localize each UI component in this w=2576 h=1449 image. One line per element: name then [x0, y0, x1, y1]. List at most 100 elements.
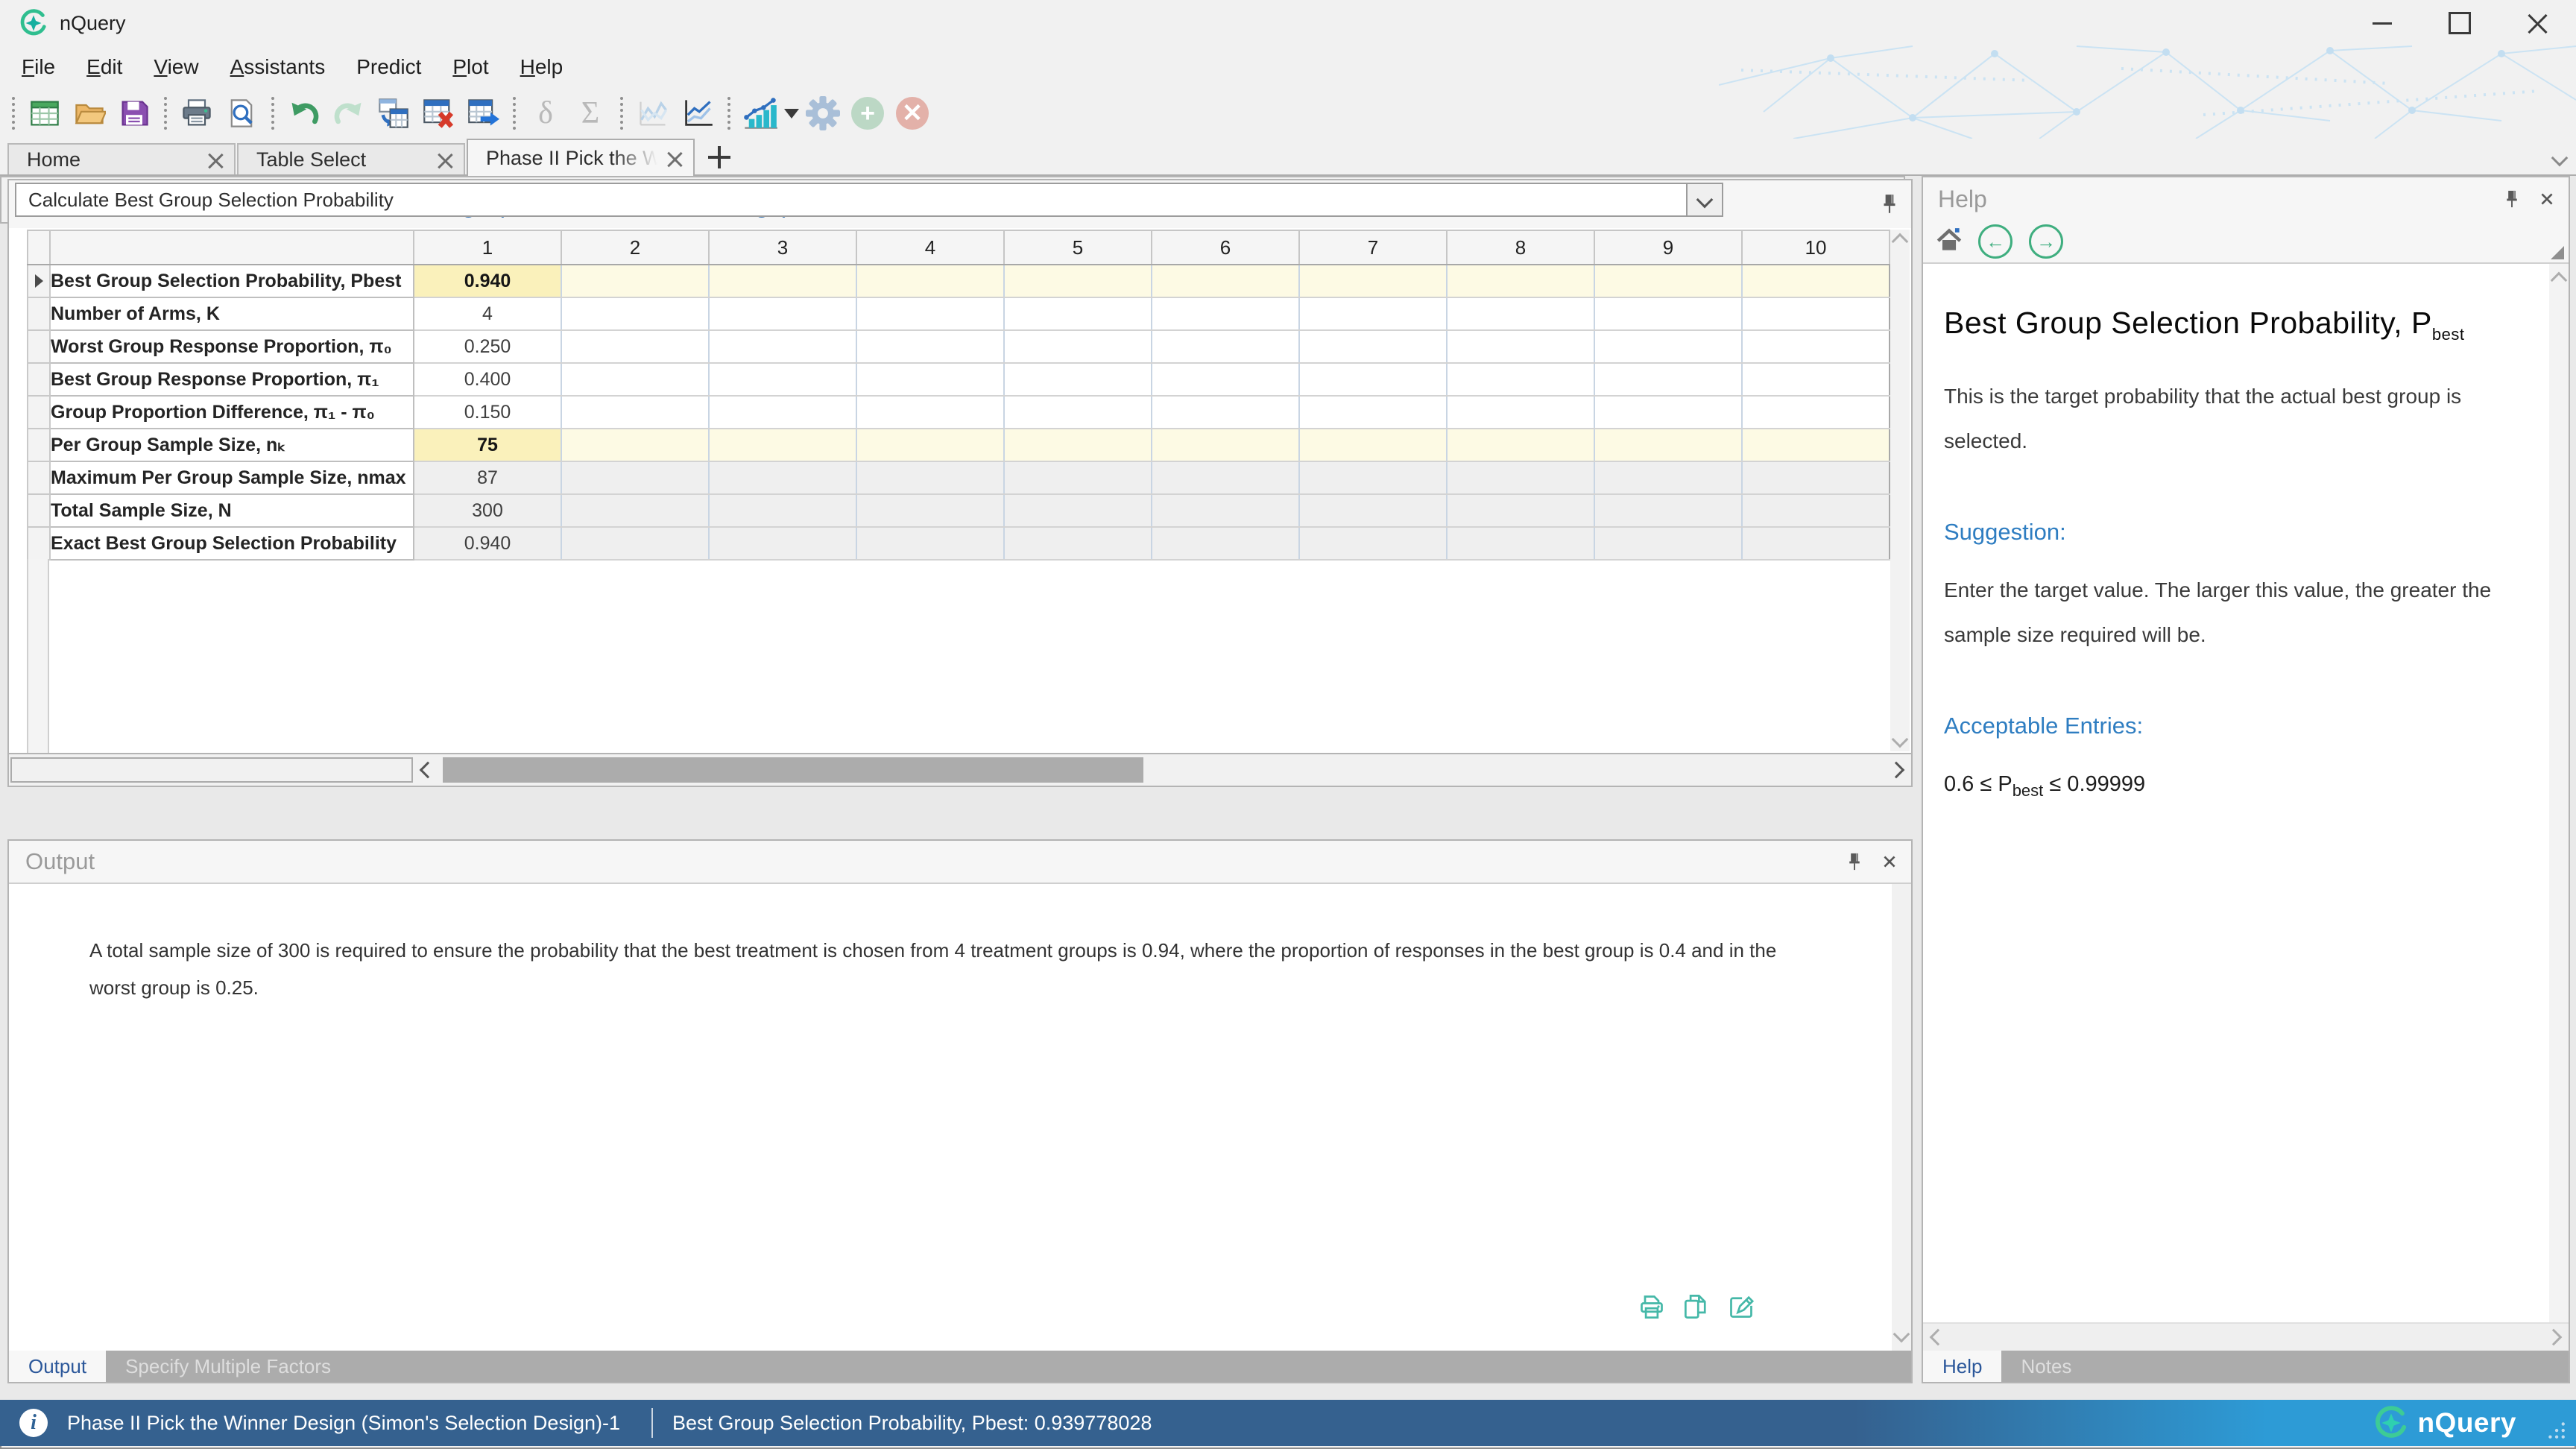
undo-icon[interactable] [285, 94, 323, 133]
table-cell-empty[interactable] [709, 363, 856, 396]
tab-close-icon[interactable] [207, 151, 224, 168]
table-cell-empty[interactable] [1742, 396, 1890, 429]
row-label[interactable]: Worst Group Response Proportion, π₀ [50, 330, 414, 363]
tab-table-select[interactable]: Table Select [237, 143, 465, 174]
row-label[interactable]: Best Group Selection Probability, Pbest [50, 265, 414, 297]
close-button[interactable] [2498, 0, 2576, 46]
row-header[interactable] [28, 429, 50, 461]
table-cell-empty[interactable] [1152, 297, 1299, 330]
row-header[interactable] [28, 330, 50, 363]
table-cell-empty[interactable] [1004, 527, 1152, 560]
table-cell-empty[interactable] [856, 396, 1004, 429]
tab-specify-multiple-factors[interactable]: Specify Multiple Factors [106, 1351, 350, 1382]
panel-resize-grip[interactable] [2551, 246, 2564, 259]
forward-icon[interactable]: → [2029, 224, 2063, 259]
settings-gear-icon[interactable] [804, 94, 842, 133]
table-cell-value[interactable]: 75 [414, 429, 561, 461]
print-preview-icon[interactable] [222, 94, 261, 133]
table-cell-empty[interactable] [856, 527, 1004, 560]
table-cell-value[interactable]: 87 [414, 461, 561, 494]
table-cell-empty[interactable] [561, 461, 709, 494]
table-cell-empty[interactable] [1004, 429, 1152, 461]
column-header[interactable]: 6 [1152, 230, 1299, 265]
chart-dropdown-icon[interactable] [784, 109, 799, 119]
table-cell-empty[interactable] [1742, 494, 1890, 527]
table-cell-empty[interactable] [1447, 363, 1594, 396]
pin-icon[interactable] [1847, 852, 1862, 872]
pin-icon[interactable] [2504, 189, 2519, 209]
cancel-icon[interactable]: ✕ [893, 94, 932, 133]
add-icon[interactable]: + [848, 94, 887, 133]
tab-output[interactable]: Output [9, 1351, 106, 1382]
row-label[interactable]: Best Group Response Proportion, π₁ [50, 363, 414, 396]
scroll-up-icon[interactable] [2551, 272, 2568, 289]
table-cell-empty[interactable] [1004, 461, 1152, 494]
table-cell-empty[interactable] [1594, 297, 1742, 330]
table-cell-empty[interactable] [561, 396, 709, 429]
help-vertical-scrollbar[interactable] [2549, 264, 2569, 1322]
table-cell-empty[interactable] [1299, 265, 1447, 297]
table-cell-empty[interactable] [856, 330, 1004, 363]
label-column-header[interactable] [50, 230, 414, 265]
table-cell-empty[interactable] [709, 297, 856, 330]
table-cell-empty[interactable] [1594, 461, 1742, 494]
row-header[interactable] [28, 396, 50, 429]
table-cell-empty[interactable] [1594, 494, 1742, 527]
table-cell-empty[interactable] [561, 494, 709, 527]
table-cell-empty[interactable] [1742, 297, 1890, 330]
table-cell-empty[interactable] [709, 494, 856, 527]
table-cell-empty[interactable] [1594, 396, 1742, 429]
table-cell-empty[interactable] [1299, 527, 1447, 560]
table-cell-empty[interactable] [1004, 494, 1152, 527]
delete-table-icon[interactable] [419, 94, 458, 133]
table-cell-empty[interactable] [709, 265, 856, 297]
calculation-dropdown[interactable]: Calculate Best Group Selection Probabili… [15, 183, 1723, 217]
table-cell-empty[interactable] [1299, 396, 1447, 429]
menu-edit[interactable]: Edit [71, 55, 138, 79]
table-cell-value[interactable]: 300 [414, 494, 561, 527]
row-header[interactable] [28, 494, 50, 527]
column-header[interactable]: 5 [1004, 230, 1152, 265]
table-cell-value[interactable]: 0.400 [414, 363, 561, 396]
tab-home[interactable]: Home [7, 143, 236, 174]
table-cell-empty[interactable] [1152, 494, 1299, 527]
table-cell-empty[interactable] [1152, 527, 1299, 560]
new-tab-button[interactable] [708, 146, 730, 168]
table-cell-empty[interactable] [1004, 396, 1152, 429]
table-cell-empty[interactable] [1004, 265, 1152, 297]
table-cell-empty[interactable] [561, 429, 709, 461]
output-vertical-scrollbar[interactable] [1892, 884, 1911, 1351]
table-cell-value[interactable]: 0.940 [414, 527, 561, 560]
table-cell-empty[interactable] [561, 297, 709, 330]
resize-grip[interactable] [2546, 1420, 2566, 1439]
table-cell-empty[interactable] [1299, 297, 1447, 330]
table-cell-empty[interactable] [1004, 363, 1152, 396]
table-cell-empty[interactable] [1447, 297, 1594, 330]
tab-close-icon[interactable] [666, 150, 683, 166]
scroll-right-icon[interactable] [2545, 1329, 2563, 1346]
column-header[interactable]: 7 [1299, 230, 1447, 265]
scroll-right-button[interactable] [1881, 764, 1911, 776]
tab-help[interactable]: Help [1923, 1351, 2001, 1382]
table-horizontal-scrollbar[interactable] [9, 753, 1911, 786]
tab-notes[interactable]: Notes [2001, 1351, 2091, 1382]
table-cell-empty[interactable] [561, 265, 709, 297]
copy-output-icon[interactable] [1683, 1293, 1710, 1324]
scroll-down-icon[interactable] [1893, 1326, 1910, 1343]
tab-phase-ii-pick-the-winner[interactable]: Phase II Pick the Winn [467, 139, 695, 176]
table-cell-empty[interactable] [709, 396, 856, 429]
table-cell-empty[interactable] [1742, 363, 1890, 396]
print-output-icon[interactable] [1638, 1293, 1665, 1324]
delta-icon[interactable]: δ [526, 94, 565, 133]
table-cell-value[interactable]: 0.250 [414, 330, 561, 363]
edit-output-icon[interactable] [1728, 1293, 1755, 1324]
menu-plot[interactable]: Plot [437, 55, 504, 79]
column-header[interactable]: 9 [1594, 230, 1742, 265]
scroll-down-icon[interactable] [1892, 731, 1909, 748]
home-icon[interactable] [1936, 227, 1962, 256]
table-cell-empty[interactable] [709, 461, 856, 494]
table-cell-empty[interactable] [856, 429, 1004, 461]
close-panel-icon[interactable] [2539, 191, 2555, 207]
table-cell-empty[interactable] [856, 363, 1004, 396]
menu-view[interactable]: View [138, 55, 214, 79]
